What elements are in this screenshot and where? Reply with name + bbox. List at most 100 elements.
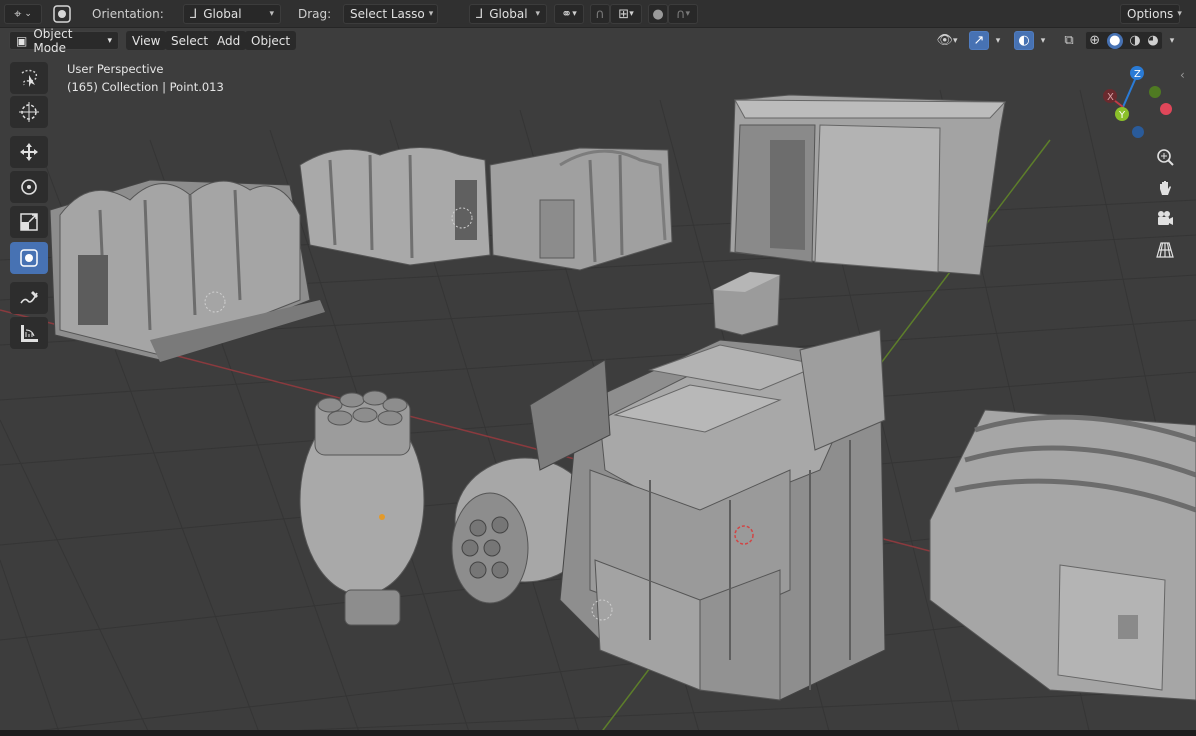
chevron-down-icon: ▾ xyxy=(572,9,577,19)
tool-rotate[interactable] xyxy=(10,171,48,203)
pivot-point-button[interactable]: ⚭ ▾ xyxy=(554,4,584,24)
tool-scale[interactable] xyxy=(10,206,48,238)
zoom-button[interactable] xyxy=(1151,143,1179,171)
snap-target-button[interactable]: ⊞ ▾ xyxy=(610,4,642,24)
drag-value: Select Lasso xyxy=(350,7,425,21)
shading-modes: ⊕ ● ◑ ◕ xyxy=(1085,31,1163,50)
overlays-dropdown[interactable]: ▾ xyxy=(1035,31,1051,50)
tool-annotate[interactable] xyxy=(10,282,48,314)
pod-tank-vertical[interactable] xyxy=(299,390,425,626)
material-shading-icon[interactable]: ◑ xyxy=(1129,33,1140,48)
tent-building-left[interactable] xyxy=(49,179,325,362)
transform-orientation-value: Global xyxy=(489,7,528,21)
pan-button[interactable] xyxy=(1151,174,1179,202)
viewport-bottom-border xyxy=(0,730,1196,736)
axis-tool-icon: ⌖ xyxy=(14,6,22,22)
scene-canvas[interactable] xyxy=(0,28,1196,734)
transform-orientation-select[interactable]: ⅃ Global ▾ xyxy=(469,4,547,24)
chevron-down-icon: ▾ xyxy=(1040,35,1046,46)
object-mode-label: Object Mode xyxy=(33,26,73,55)
chevron-down-icon: ▾ xyxy=(428,9,434,19)
overlays-icon: ◐ xyxy=(1018,33,1030,48)
pan-hand-icon xyxy=(1160,181,1171,195)
gizmo-arrow-icon: ↗ xyxy=(973,33,985,48)
tool-measure[interactable] xyxy=(10,317,48,349)
active-tool-button[interactable] xyxy=(50,4,74,24)
object-mode-icon: ▣ xyxy=(16,33,28,48)
menu-add[interactable]: Add xyxy=(211,31,247,50)
tool-select-lasso[interactable] xyxy=(10,62,48,94)
measure-icon xyxy=(21,325,38,342)
sidebar-toggle-icon[interactable]: ‹ xyxy=(1180,68,1185,82)
tool-move[interactable] xyxy=(10,136,48,168)
orientation-select[interactable]: ⅃ Global ▾ xyxy=(183,4,281,24)
3d-viewport[interactable]: User Perspective (165) Collection | Poin… xyxy=(0,28,1196,734)
options-label: Options xyxy=(1127,7,1174,21)
menu-select[interactable]: Select xyxy=(165,31,215,50)
shading-dropdown[interactable]: ▾ xyxy=(1164,31,1180,50)
camera-icon xyxy=(1158,211,1173,225)
transform-tool-icon xyxy=(53,5,71,23)
chevron-down-icon: ⌄ xyxy=(24,9,32,19)
visibility-button[interactable]: 👁 ▾ xyxy=(930,31,964,50)
global-axes-icon: ⅃ xyxy=(476,6,484,22)
global-axes-icon: ⅃ xyxy=(190,6,198,22)
falloff-curve-icon: ∩ xyxy=(675,6,686,22)
gizmo-toggle[interactable]: ↗ xyxy=(969,31,989,50)
editor-type-button[interactable]: ⌖ ⌄ xyxy=(4,4,42,24)
tent-building-back[interactable] xyxy=(489,147,673,271)
axis-gizmo: Z X Y xyxy=(1103,66,1172,138)
magnet-icon: ∩ xyxy=(595,6,605,22)
neg-z-axis-handle[interactable] xyxy=(1132,126,1144,138)
camera-view-button[interactable] xyxy=(1151,205,1179,233)
tool-header: ⌖ ⌄ Orientation: ⅃ Global ▾ Drag: Select … xyxy=(0,0,1196,28)
zoom-icon xyxy=(1157,149,1174,166)
drag-label: Drag: xyxy=(298,7,332,21)
snap-toggle[interactable]: ∩ xyxy=(590,4,610,24)
menu-object[interactable]: Object xyxy=(245,31,297,50)
chevron-down-icon: ▾ xyxy=(952,35,958,46)
annotate-icon xyxy=(20,291,38,304)
xray-icon: ⧉ xyxy=(1064,33,1074,48)
tent-building-right[interactable] xyxy=(929,409,1196,701)
solid-shading-icon[interactable]: ● xyxy=(1106,32,1123,49)
menu-view[interactable]: View xyxy=(126,31,167,50)
navigation-buttons xyxy=(1151,143,1179,273)
chevron-down-icon: ▾ xyxy=(535,9,540,19)
navigation-gizmo[interactable]: Z X Y xyxy=(1098,62,1178,142)
rotate-icon xyxy=(21,179,37,195)
x-axis-label: X xyxy=(1107,92,1114,103)
eye-icon: 👁 xyxy=(936,33,953,48)
options-dropdown[interactable]: Options ▾ xyxy=(1120,4,1182,24)
cursor-icon xyxy=(19,102,39,122)
z-axis-label: Z xyxy=(1134,69,1141,80)
orientation-value: Global xyxy=(203,7,242,21)
select-lasso-icon xyxy=(21,69,38,87)
wireframe-shading-icon[interactable]: ⊕ xyxy=(1089,33,1100,48)
drag-select[interactable]: Select Lasso ▾ xyxy=(343,4,438,24)
move-icon xyxy=(20,143,38,161)
small-cabinet[interactable] xyxy=(712,271,781,336)
proportional-edit-toggle[interactable]: ● xyxy=(648,4,668,24)
gizmo-dropdown[interactable]: ▾ xyxy=(990,31,1006,50)
snap-grid-icon: ⊞ xyxy=(618,6,630,22)
rendered-shading-icon[interactable]: ◕ xyxy=(1147,33,1158,48)
xray-toggle[interactable]: ⧉ xyxy=(1060,31,1078,50)
viewport-header: ▣ Object Mode ▾ View Select Add Object 👁… xyxy=(0,27,1196,55)
collection-info: (165) Collection | Point.013 xyxy=(67,80,224,94)
main-machine-assembly[interactable] xyxy=(529,329,886,701)
chevron-down-icon: ▾ xyxy=(107,35,112,46)
tent-building-middle[interactable] xyxy=(299,147,491,266)
perspective-toggle-button[interactable] xyxy=(1151,236,1179,264)
object-mode-select[interactable]: ▣ Object Mode ▾ xyxy=(9,27,119,55)
tool-cursor[interactable] xyxy=(10,96,48,128)
chevron-down-icon: ▾ xyxy=(629,9,634,19)
tool-transform[interactable] xyxy=(10,242,48,274)
scale-icon xyxy=(20,213,38,231)
neg-x-axis-handle[interactable] xyxy=(1160,103,1172,115)
chevron-down-icon: ▾ xyxy=(995,35,1001,46)
overlays-toggle[interactable]: ◐ xyxy=(1014,31,1034,50)
neg-y-axis-handle[interactable] xyxy=(1149,86,1161,98)
container-building[interactable] xyxy=(729,94,1007,276)
falloff-button[interactable]: ∩ ▾ xyxy=(668,4,698,24)
